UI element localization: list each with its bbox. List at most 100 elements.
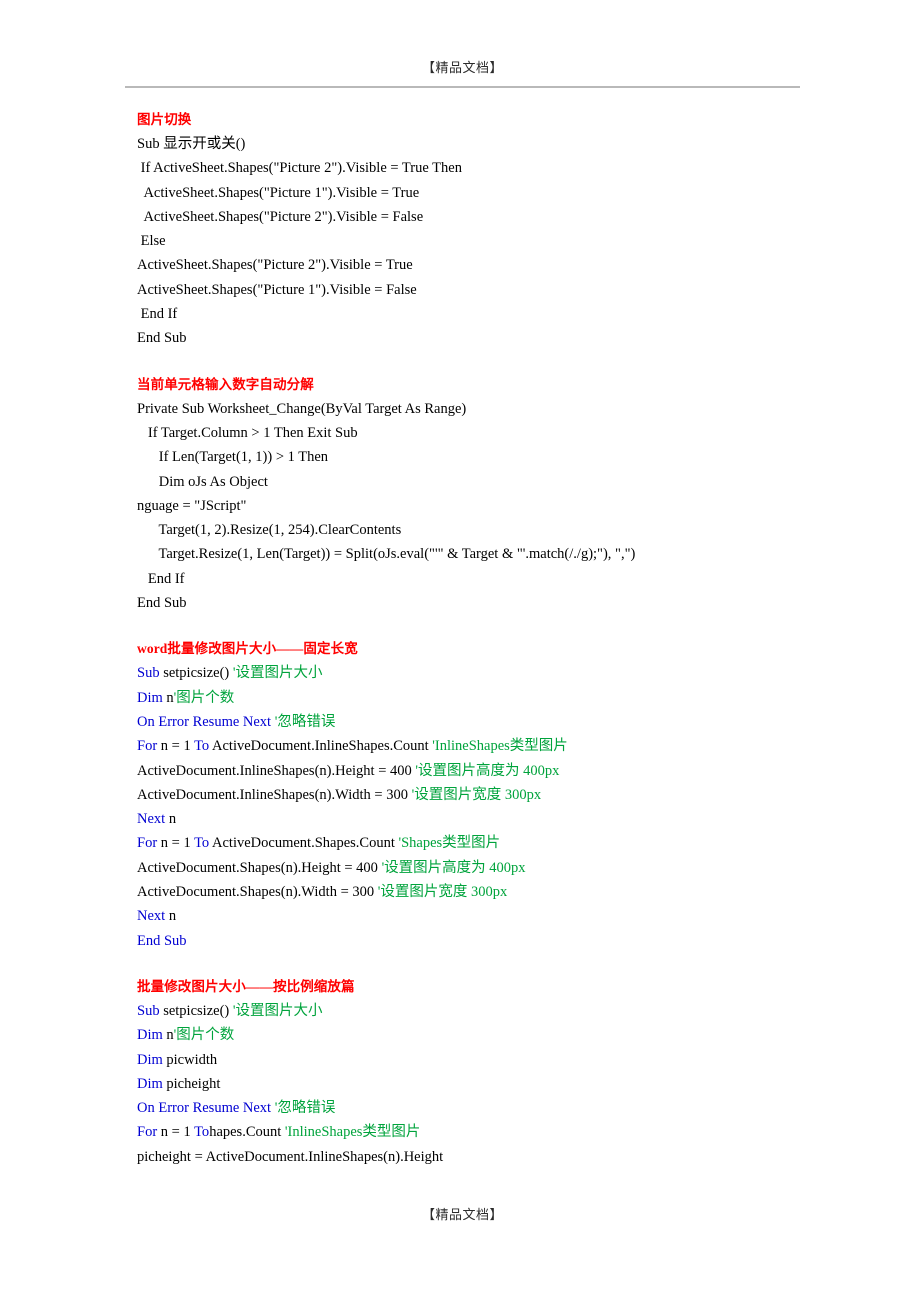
code-line: For n = 1 To ActiveDocument.Shapes.Count… (137, 831, 837, 855)
code-line: Sub setpicsize() '设置图片大小 (137, 999, 837, 1023)
code-line: ActiveSheet.Shapes("Picture 2").Visible … (137, 205, 837, 229)
code-keyword: Sub (137, 665, 160, 682)
code-line: Sub 显示开或关() (137, 132, 837, 156)
section-heading: word批量修改图片大小——固定长宽 (137, 641, 358, 657)
code-comment: '设置图片宽度 300px (377, 884, 508, 901)
code-line: Dim picwidth (137, 1048, 837, 1072)
code-text: ActiveDocument.Shapes(n).Height = 400 (137, 859, 382, 876)
code-text: ActiveSheet.Shapes("Picture 2").Visible … (137, 208, 424, 225)
code-text: ActiveSheet.Shapes("Picture 1").Visible … (137, 184, 420, 201)
code-keyword: Dim (137, 1051, 163, 1068)
code-comment: '设置图片大小 (232, 665, 323, 682)
header-title: 【精品文档】 (421, 60, 503, 75)
code-line: Private Sub Worksheet_Change(ByVal Targe… (137, 397, 837, 421)
code-text: Target(1, 2).Resize(1, 254).ClearContent… (137, 522, 402, 539)
code-text: setpicsize() (159, 1002, 233, 1019)
code-text: hapes.Count (209, 1124, 285, 1141)
code-line: ActiveDocument.InlineShapes(n).Height = … (137, 759, 837, 783)
code-comment: '忽略错误 (274, 1100, 336, 1117)
code-text: If ActiveSheet.Shapes("Picture 2").Visib… (137, 160, 462, 177)
code-section: 图片切换 Sub 显示开或关() If ActiveSheet.Shapes("P… (137, 108, 837, 351)
code-text: ActiveSheet.Shapes("Picture 1").Visible … (137, 281, 417, 298)
code-section: 批量修改图片大小——按比例缩放篇 Sub setpicsize() '设置图片大小… (137, 975, 837, 1169)
section-heading: 批量修改图片大小——按比例缩放篇 (137, 978, 355, 994)
code-keyword: End Sub (137, 932, 187, 949)
section-heading: 图片切换 (137, 112, 192, 127)
code-text: nguage = "JScript" (137, 497, 247, 514)
code-line: Dim picheight (137, 1072, 837, 1096)
code-comment: '图片个数 (173, 689, 235, 706)
code-keyword: For (137, 835, 158, 852)
code-text: End Sub (137, 595, 187, 612)
code-text: Target.Resize(1, Len(Target)) = Split(oJ… (137, 546, 636, 563)
code-comment: '设置图片宽度 300px (411, 786, 542, 803)
code-text: ActiveSheet.Shapes("Picture 2").Visible … (137, 257, 413, 274)
code-comment: 'Shapes类型图片 (398, 835, 501, 852)
code-line: For n = 1 To ActiveDocument.InlineShapes… (137, 734, 837, 758)
code-line: ActiveDocument.InlineShapes(n).Width = 3… (137, 783, 837, 807)
code-line: On Error Resume Next '忽略错误 (137, 1096, 837, 1120)
code-line: ActiveSheet.Shapes("Picture 2").Visible … (137, 253, 837, 277)
code-text: n = 1 (157, 738, 195, 755)
code-block: Sub setpicsize() '设置图片大小 Dim n'图片个数 Dim pi… (137, 999, 837, 1169)
code-line: For n = 1 Tohapes.Count 'InlineShapes类型图… (137, 1120, 837, 1144)
code-text: picwidth (162, 1051, 218, 1068)
code-section: word批量修改图片大小——固定长宽 Sub setpicsize() '设置图片… (137, 637, 837, 953)
code-block: Sub setpicsize() '设置图片大小 Dim n'图片个数 On Err… (137, 661, 837, 953)
document-page: 【精品文档】 图片切换 Sub 显示开或关() If ActiveSheet.Sh… (0, 0, 920, 1302)
code-keyword: Next (137, 908, 166, 925)
code-line: ActiveSheet.Shapes("Picture 1").Visible … (137, 181, 837, 205)
code-text: ActiveDocument.InlineShapes(n).Height = … (137, 762, 416, 779)
code-line: Next n (137, 904, 837, 928)
page-footer: 【精品文档】 (125, 1207, 800, 1223)
footer-title: 【精品文档】 (421, 1207, 503, 1222)
code-comment: '设置图片高度为 400px (415, 762, 560, 779)
page-header: 【精品文档】 (125, 60, 800, 76)
code-text: ActiveDocument.InlineShapes.Count (209, 738, 433, 755)
code-line: ActiveSheet.Shapes("Picture 1").Visible … (137, 278, 837, 302)
code-line: End If (137, 302, 837, 326)
code-line: End If (137, 567, 837, 591)
code-comment: 'InlineShapes类型图片 (432, 738, 568, 755)
code-comment: '忽略错误 (274, 713, 336, 730)
document-body: 图片切换 Sub 显示开或关() If ActiveSheet.Shapes("P… (137, 108, 837, 1169)
code-text: n = 1 (157, 835, 195, 852)
code-keyword: On Error Resume Next (137, 713, 272, 730)
code-section: 当前单元格输入数字自动分解 Private Sub Worksheet_Chang… (137, 373, 837, 616)
code-line: picheight = ActiveDocument.InlineShapes(… (137, 1145, 837, 1169)
code-text: n (165, 908, 177, 925)
code-block: Sub 显示开或关() If ActiveSheet.Shapes("Pictu… (137, 132, 837, 351)
code-keyword: To (194, 1124, 210, 1141)
code-line: Dim n'图片个数 (137, 1023, 837, 1047)
code-comment: '图片个数 (173, 1027, 235, 1044)
code-text: ActiveDocument.Shapes(n).Width = 300 (137, 884, 378, 901)
code-line: On Error Resume Next '忽略错误 (137, 710, 837, 734)
code-keyword: Sub (137, 1002, 160, 1019)
section-heading: 当前单元格输入数字自动分解 (137, 376, 314, 392)
code-line: Target(1, 2).Resize(1, 254).ClearContent… (137, 518, 837, 542)
code-keyword: Next (137, 811, 166, 828)
code-line: If Len(Target(1, 1)) > 1 Then (137, 445, 837, 469)
code-text: n (162, 1027, 174, 1044)
code-keyword: To (194, 835, 210, 852)
code-text: End Sub (137, 330, 187, 347)
code-line: If Target.Column > 1 Then Exit Sub (137, 421, 837, 445)
code-text: n (165, 811, 177, 828)
code-text: Sub 显示开或关() (137, 136, 246, 152)
code-keyword: Dim (137, 1075, 163, 1092)
code-line: nguage = "JScript" (137, 494, 837, 518)
code-keyword: For (137, 738, 158, 755)
code-text: setpicsize() (159, 665, 233, 682)
code-line: ActiveDocument.Shapes(n).Height = 400 '设… (137, 856, 837, 880)
code-line: End Sub (137, 326, 837, 350)
code-text: End If (137, 570, 185, 587)
code-line: End Sub (137, 591, 837, 615)
code-text: If Target.Column > 1 Then Exit Sub (137, 424, 358, 441)
code-keyword: Dim (137, 689, 163, 706)
code-keyword: To (194, 738, 210, 755)
code-text: Private Sub Worksheet_Change(ByVal Targe… (137, 400, 467, 417)
code-text: picheight = ActiveDocument.InlineShapes(… (137, 1148, 444, 1165)
code-line: Dim oJs As Object (137, 470, 837, 494)
code-keyword: Dim (137, 1027, 163, 1044)
code-text: n (162, 689, 174, 706)
